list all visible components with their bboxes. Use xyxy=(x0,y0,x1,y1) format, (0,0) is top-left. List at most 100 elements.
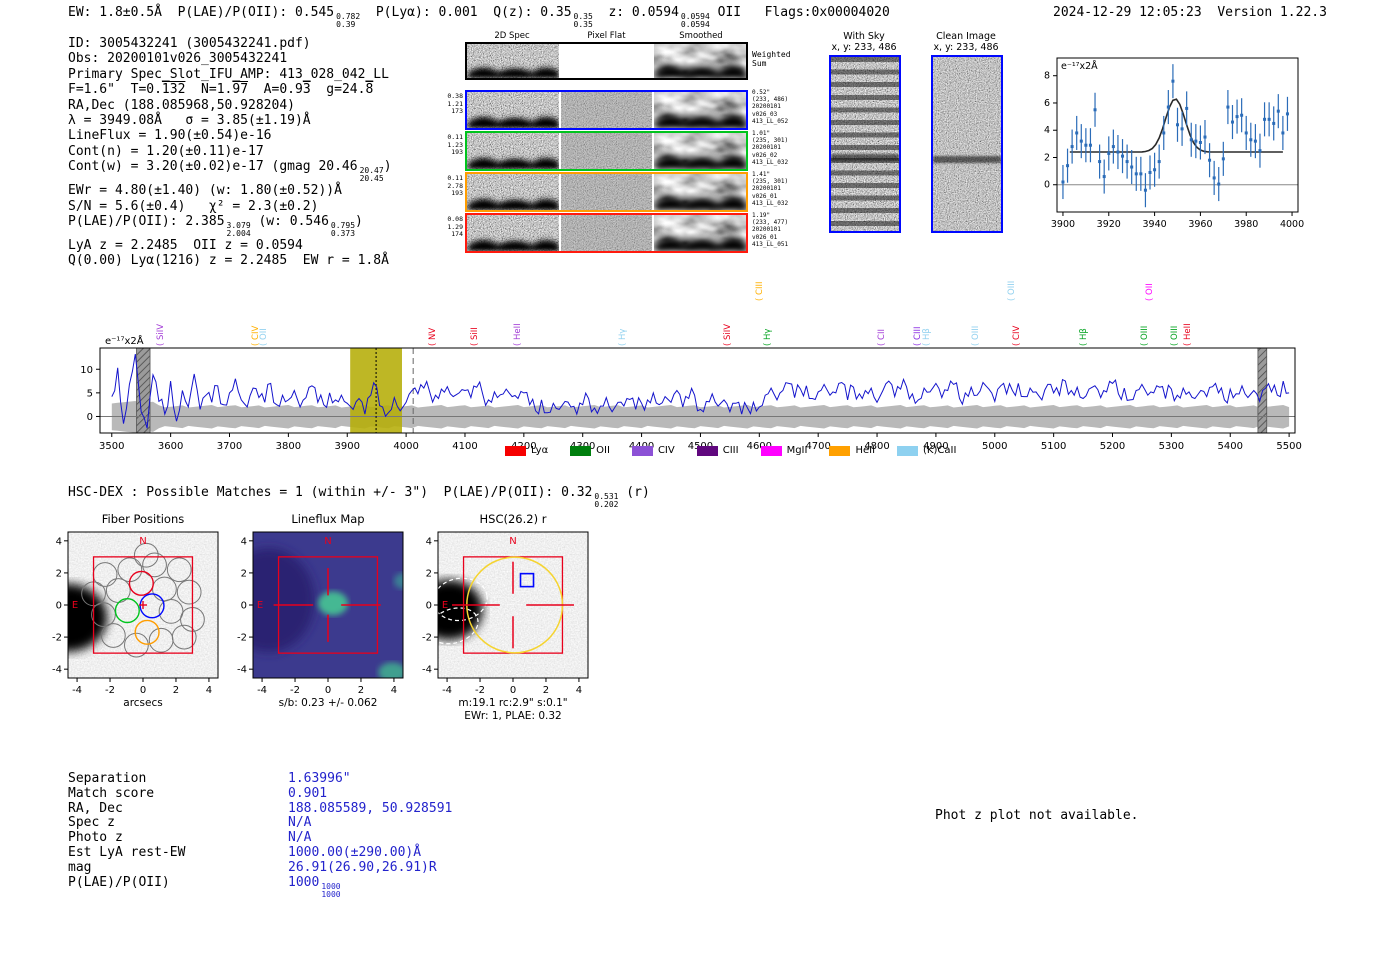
match-row-label: Separation xyxy=(68,771,147,786)
legend-label: OII xyxy=(596,445,610,456)
fiber-row-weights: 0.11 2.78 193 xyxy=(447,174,463,197)
data-point xyxy=(1276,109,1280,113)
noise-texture xyxy=(560,133,653,169)
match-row-label: mag xyxy=(68,859,92,875)
data-point xyxy=(1102,175,1106,179)
dark-continuum xyxy=(467,193,559,210)
table-row: mag 26.91(26.90,26.91)R xyxy=(68,859,452,876)
match-row-value: 1.63996" xyxy=(288,771,351,786)
with-sky-image xyxy=(829,55,901,233)
header-timestamp: 2024-12-29 12:05:23 Version 1.22.3 xyxy=(1053,5,1327,20)
data-point xyxy=(1075,131,1079,135)
match-row-label: P(LAE)/P(OII) xyxy=(68,874,170,890)
x-tick-label: 3700 xyxy=(217,441,242,452)
y-tick-label: 2 xyxy=(1044,152,1050,163)
edge-blob xyxy=(393,572,403,589)
x-tick-label: 3900 xyxy=(1051,219,1075,230)
east-label: E xyxy=(257,600,263,611)
y-tick-label: 10 xyxy=(80,365,93,376)
catalog-match-table: Separation 1.63996" Match score 0.901 RA, De… xyxy=(68,771,452,899)
north-label: N xyxy=(139,536,146,547)
data-point xyxy=(1121,154,1125,158)
info-line-1: Obs: 20200101v026_3005432241 xyxy=(68,51,288,67)
fiber-row-weights: 0.11 1.23 193 xyxy=(447,133,463,156)
data-point xyxy=(1272,121,1276,125)
table-row: Spec z N/A xyxy=(68,816,452,831)
data-point xyxy=(1066,164,1070,168)
smooth-cutout xyxy=(654,133,747,169)
data-point xyxy=(1249,138,1253,142)
x-tick-label: 3800 xyxy=(276,441,301,452)
y-tick-label: -2 xyxy=(237,633,247,644)
dark-continuum xyxy=(654,59,747,78)
emission-line-label: ( CIII xyxy=(755,281,766,301)
hsc-image-panel: HSC(26.2) r N E -4 -4 -2 -2 0 0 2 2 4 4 m:19.1 rc:2.9… xyxy=(422,512,589,722)
hsc-dex-line: HSC-DEX : Possible Matches = 1 (within +… xyxy=(68,485,650,509)
match-row-value: 26.91(26.90,26.91)R xyxy=(288,859,437,875)
y-tick-label: 4 xyxy=(241,536,247,547)
spec2d-col-header: Pixel Flat xyxy=(587,31,626,41)
legend-item: Lyα xyxy=(505,445,548,456)
info-line-13: Q(0.00) Lyα(1216) z = 2.2485 EW r = 1.8Å xyxy=(68,253,389,269)
x-tick-label: 4100 xyxy=(452,441,477,452)
match-row-value: 0.901 xyxy=(288,785,328,801)
sky-lines xyxy=(831,57,899,231)
y-tick-label: -2 xyxy=(52,633,62,644)
x-tick-label: 5000 xyxy=(982,441,1007,452)
x-tick-label: 5300 xyxy=(1159,441,1184,452)
smooth-cutout xyxy=(654,174,747,210)
weighted-sum-row xyxy=(465,42,748,80)
data-point xyxy=(1139,172,1143,176)
y-tick-label: -4 xyxy=(237,665,247,676)
photz-note: Phot z plot not available. xyxy=(935,808,1139,823)
y-tick-label: 0 xyxy=(241,601,247,612)
match-row-label: Est LyA rest-EW xyxy=(68,844,186,860)
x-tick-label: 5200 xyxy=(1100,441,1125,452)
data-point xyxy=(1258,149,1262,153)
info-line-10: S/N = 5.6(±0.4) χ² = 2.3(±0.2) xyxy=(68,198,319,214)
y-tick-label: 4 xyxy=(56,536,62,547)
legend-item: (K)CaII xyxy=(897,445,956,456)
data-point xyxy=(1176,123,1179,127)
data-point xyxy=(1189,138,1193,142)
smooth-cutout xyxy=(654,215,747,251)
data-point xyxy=(1093,108,1097,112)
match-caption-1: m:19.1 rc:2.9" s:0.1" xyxy=(458,697,567,709)
y-tick-label: 5 xyxy=(87,388,93,399)
y-tick-label: 0 xyxy=(1044,180,1050,191)
flat-cutout xyxy=(560,215,653,251)
match-row-label: Match score xyxy=(68,785,155,801)
fiber-row-annotation: 1.41" (235, 301) 20200101 v026_01 413_LL… xyxy=(752,171,789,207)
spec-cutout xyxy=(467,92,559,128)
x-tick-label: 5500 xyxy=(1276,441,1301,452)
sky-dark-band xyxy=(831,154,899,162)
info-line-11: P(LAE)/P(OII): 2.385 3.079 2.004 (w: 0.546… xyxy=(68,214,363,239)
data-point xyxy=(1285,112,1289,116)
x-tick-label: 2 xyxy=(358,685,364,696)
data-point xyxy=(1162,131,1166,135)
noise-texture xyxy=(560,215,653,251)
data-point xyxy=(1070,145,1074,149)
spec-cutout xyxy=(467,215,559,251)
units-label: e⁻¹⁷x2Å xyxy=(105,334,144,347)
clean-dark-band xyxy=(933,156,1001,164)
data-point xyxy=(1061,180,1065,184)
x-tick-label: 4000 xyxy=(1280,219,1304,230)
data-point xyxy=(1084,143,1088,147)
legend-label: MgII xyxy=(786,445,808,456)
data-point xyxy=(1079,139,1083,143)
legend-swatch xyxy=(696,445,718,456)
data-point xyxy=(1240,113,1244,117)
x-tick-label: 3600 xyxy=(158,441,183,452)
match-row-value: 1000 1000 1000 xyxy=(288,874,341,899)
legend-item: OII xyxy=(570,445,610,456)
full-spectrum-chart: 3500360037003800390040004100420043004400… xyxy=(80,334,1302,452)
x-tick-label: 3940 xyxy=(1142,219,1166,230)
table-row: Separation 1.63996" xyxy=(68,771,452,787)
legend-item: CIV xyxy=(631,445,675,456)
dark-continuum xyxy=(654,149,747,169)
sb-caption: s/b: 0.23 +/- 0.062 xyxy=(279,697,378,709)
with-sky-coords: x, y: 233, 486 xyxy=(831,42,897,53)
lineflux-title: Lineflux Map xyxy=(291,512,364,526)
info-line-12: LyA z = 2.2485 OII z = 0.0594 xyxy=(68,238,303,254)
